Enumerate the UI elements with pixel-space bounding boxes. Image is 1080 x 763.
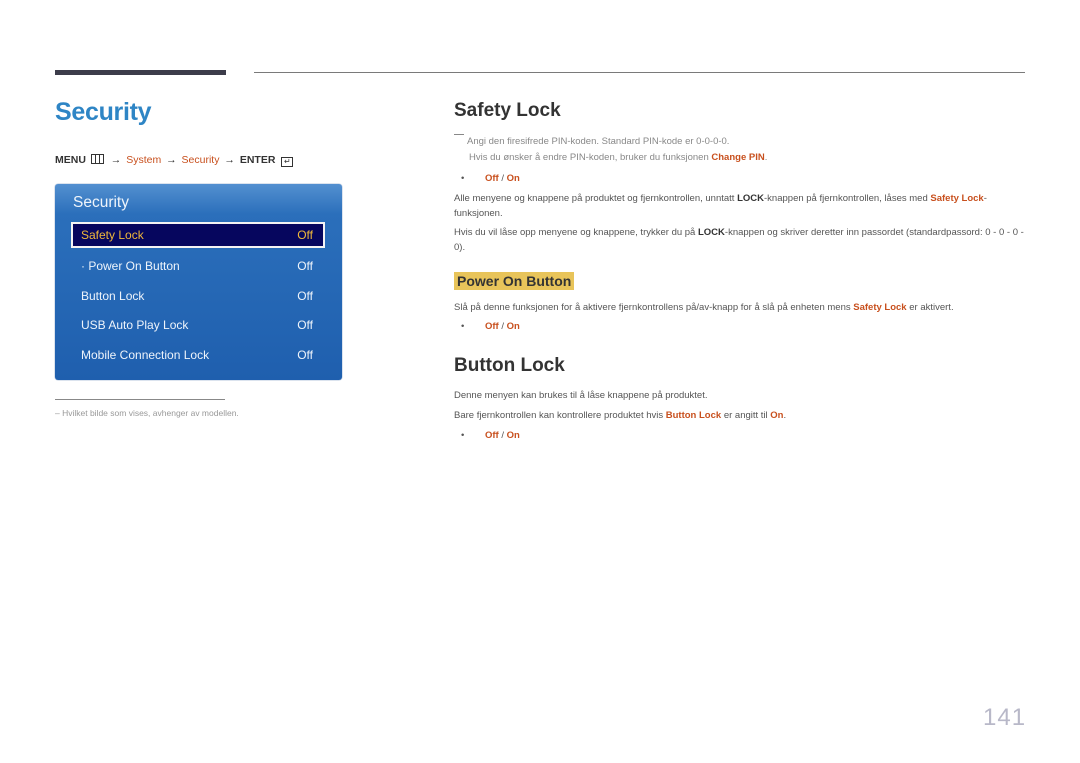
button-lock-options: • Off / On bbox=[454, 430, 520, 441]
page-title: Security bbox=[55, 98, 152, 126]
osd-item-label: · Power On Button bbox=[81, 259, 180, 273]
arrow-icon: → bbox=[224, 154, 235, 166]
option-separator: / bbox=[498, 173, 507, 184]
text: Alle menyene og knappene på produktet og… bbox=[454, 193, 738, 204]
safety-lock-note: Angi den firesifrede PIN-koden. Standard… bbox=[454, 134, 767, 166]
text: er aktivert. bbox=[906, 302, 954, 313]
arrow-icon: → bbox=[166, 154, 177, 166]
power-on-button-options: • Off / On bbox=[454, 321, 520, 332]
osd-item-button-lock[interactable]: Button Lock Off bbox=[71, 283, 325, 309]
safety-lock-ref: Safety Lock bbox=[853, 302, 907, 313]
bullet-icon: • bbox=[461, 321, 465, 332]
note-line: Hvis du ønsker å endre PIN-koden, bruker… bbox=[469, 152, 712, 163]
option-on: On bbox=[506, 173, 520, 184]
breadcrumb-enter: ENTER bbox=[239, 154, 276, 166]
text: er angitt til bbox=[721, 410, 771, 421]
arrow-icon: → bbox=[110, 154, 122, 166]
safety-lock-paragraph-1: Alle menyene og knappene på produktet og… bbox=[454, 192, 1026, 221]
text: Slå på denne funksjonen for å aktivere f… bbox=[454, 302, 854, 313]
osd-item-label: USB Auto Play Lock bbox=[81, 318, 189, 332]
breadcrumb-security: Security bbox=[181, 154, 220, 166]
osd-item-value: Off bbox=[297, 259, 313, 273]
lock-key-label: LOCK bbox=[697, 227, 725, 238]
heading-power-on-button: Power On Button bbox=[454, 272, 575, 290]
osd-item-label: Button Lock bbox=[81, 289, 145, 303]
safety-lock-ref: Safety Lock bbox=[930, 193, 984, 204]
text: Hvis du vil låse opp menyene og knappene… bbox=[454, 227, 698, 238]
power-on-button-paragraph: Slå på denne funksjonen for å aktivere f… bbox=[454, 301, 1026, 316]
bullet-icon: • bbox=[461, 173, 465, 184]
note-dash-icon bbox=[454, 134, 464, 135]
button-lock-ref: Button Lock bbox=[665, 410, 722, 421]
text: Bare fjernkontrollen kan kontrollere pro… bbox=[454, 410, 666, 421]
osd-title: Security bbox=[73, 194, 129, 211]
footnote: – Hvilket bilde som vises, avhenger av m… bbox=[55, 408, 239, 418]
menu-icon bbox=[90, 154, 104, 164]
option-on: On bbox=[506, 430, 520, 441]
breadcrumb-system: System bbox=[126, 154, 162, 166]
osd-item-value: Off bbox=[297, 228, 313, 242]
option-off: Off bbox=[485, 321, 499, 332]
option-off: Off bbox=[485, 173, 499, 184]
option-on: On bbox=[506, 321, 520, 332]
security-osd-menu: Security Safety Lock Off · Power On Butt… bbox=[55, 184, 342, 380]
option-separator: / bbox=[498, 430, 507, 441]
heading-safety-lock: Safety Lock bbox=[454, 100, 561, 121]
option-separator: / bbox=[498, 321, 507, 332]
osd-item-safety-lock[interactable]: Safety Lock Off bbox=[71, 222, 325, 248]
text: . bbox=[783, 410, 787, 421]
lock-key-label: LOCK bbox=[737, 193, 765, 204]
osd-item-value: Off bbox=[297, 318, 313, 332]
option-off: Off bbox=[485, 430, 499, 441]
safety-lock-paragraph-2: Hvis du vil låse opp menyene og knappene… bbox=[454, 226, 1026, 255]
osd-item-power-on-button[interactable]: · Power On Button Off bbox=[71, 253, 325, 279]
change-pin-link: Change PIN bbox=[711, 152, 765, 163]
osd-item-label: Safety Lock bbox=[81, 228, 144, 242]
button-lock-paragraph-1: Denne menyen kan brukes til å låse knapp… bbox=[454, 390, 708, 401]
osd-item-mobile-connection-lock[interactable]: Mobile Connection Lock Off bbox=[71, 342, 325, 368]
enter-icon: ↵ bbox=[281, 157, 294, 167]
osd-item-value: Off bbox=[297, 348, 313, 362]
osd-item-label: Mobile Connection Lock bbox=[81, 348, 210, 362]
note-punct: . bbox=[764, 152, 768, 163]
text: -knappen på fjernkontrollen, låses med bbox=[764, 193, 931, 204]
page-number: 141 bbox=[983, 704, 1027, 731]
footnote-rule bbox=[55, 399, 225, 400]
header-rule-thick bbox=[55, 70, 226, 75]
note-line: Angi den firesifrede PIN-koden. Standard… bbox=[467, 136, 730, 147]
bullet-icon: • bbox=[461, 430, 465, 441]
heading-button-lock: Button Lock bbox=[454, 355, 565, 376]
breadcrumb: MENU → System → Security → ENTER ↵ bbox=[55, 154, 294, 167]
osd-item-usb-auto-play-lock[interactable]: USB Auto Play Lock Off bbox=[71, 312, 325, 338]
button-lock-paragraph-2: Bare fjernkontrollen kan kontrollere pro… bbox=[454, 409, 1026, 424]
osd-item-value: Off bbox=[297, 289, 313, 303]
safety-lock-options: • Off / On bbox=[454, 173, 520, 184]
breadcrumb-menu: MENU bbox=[55, 154, 86, 166]
on-ref: On bbox=[770, 410, 784, 421]
header-rule-thin bbox=[254, 72, 1025, 73]
